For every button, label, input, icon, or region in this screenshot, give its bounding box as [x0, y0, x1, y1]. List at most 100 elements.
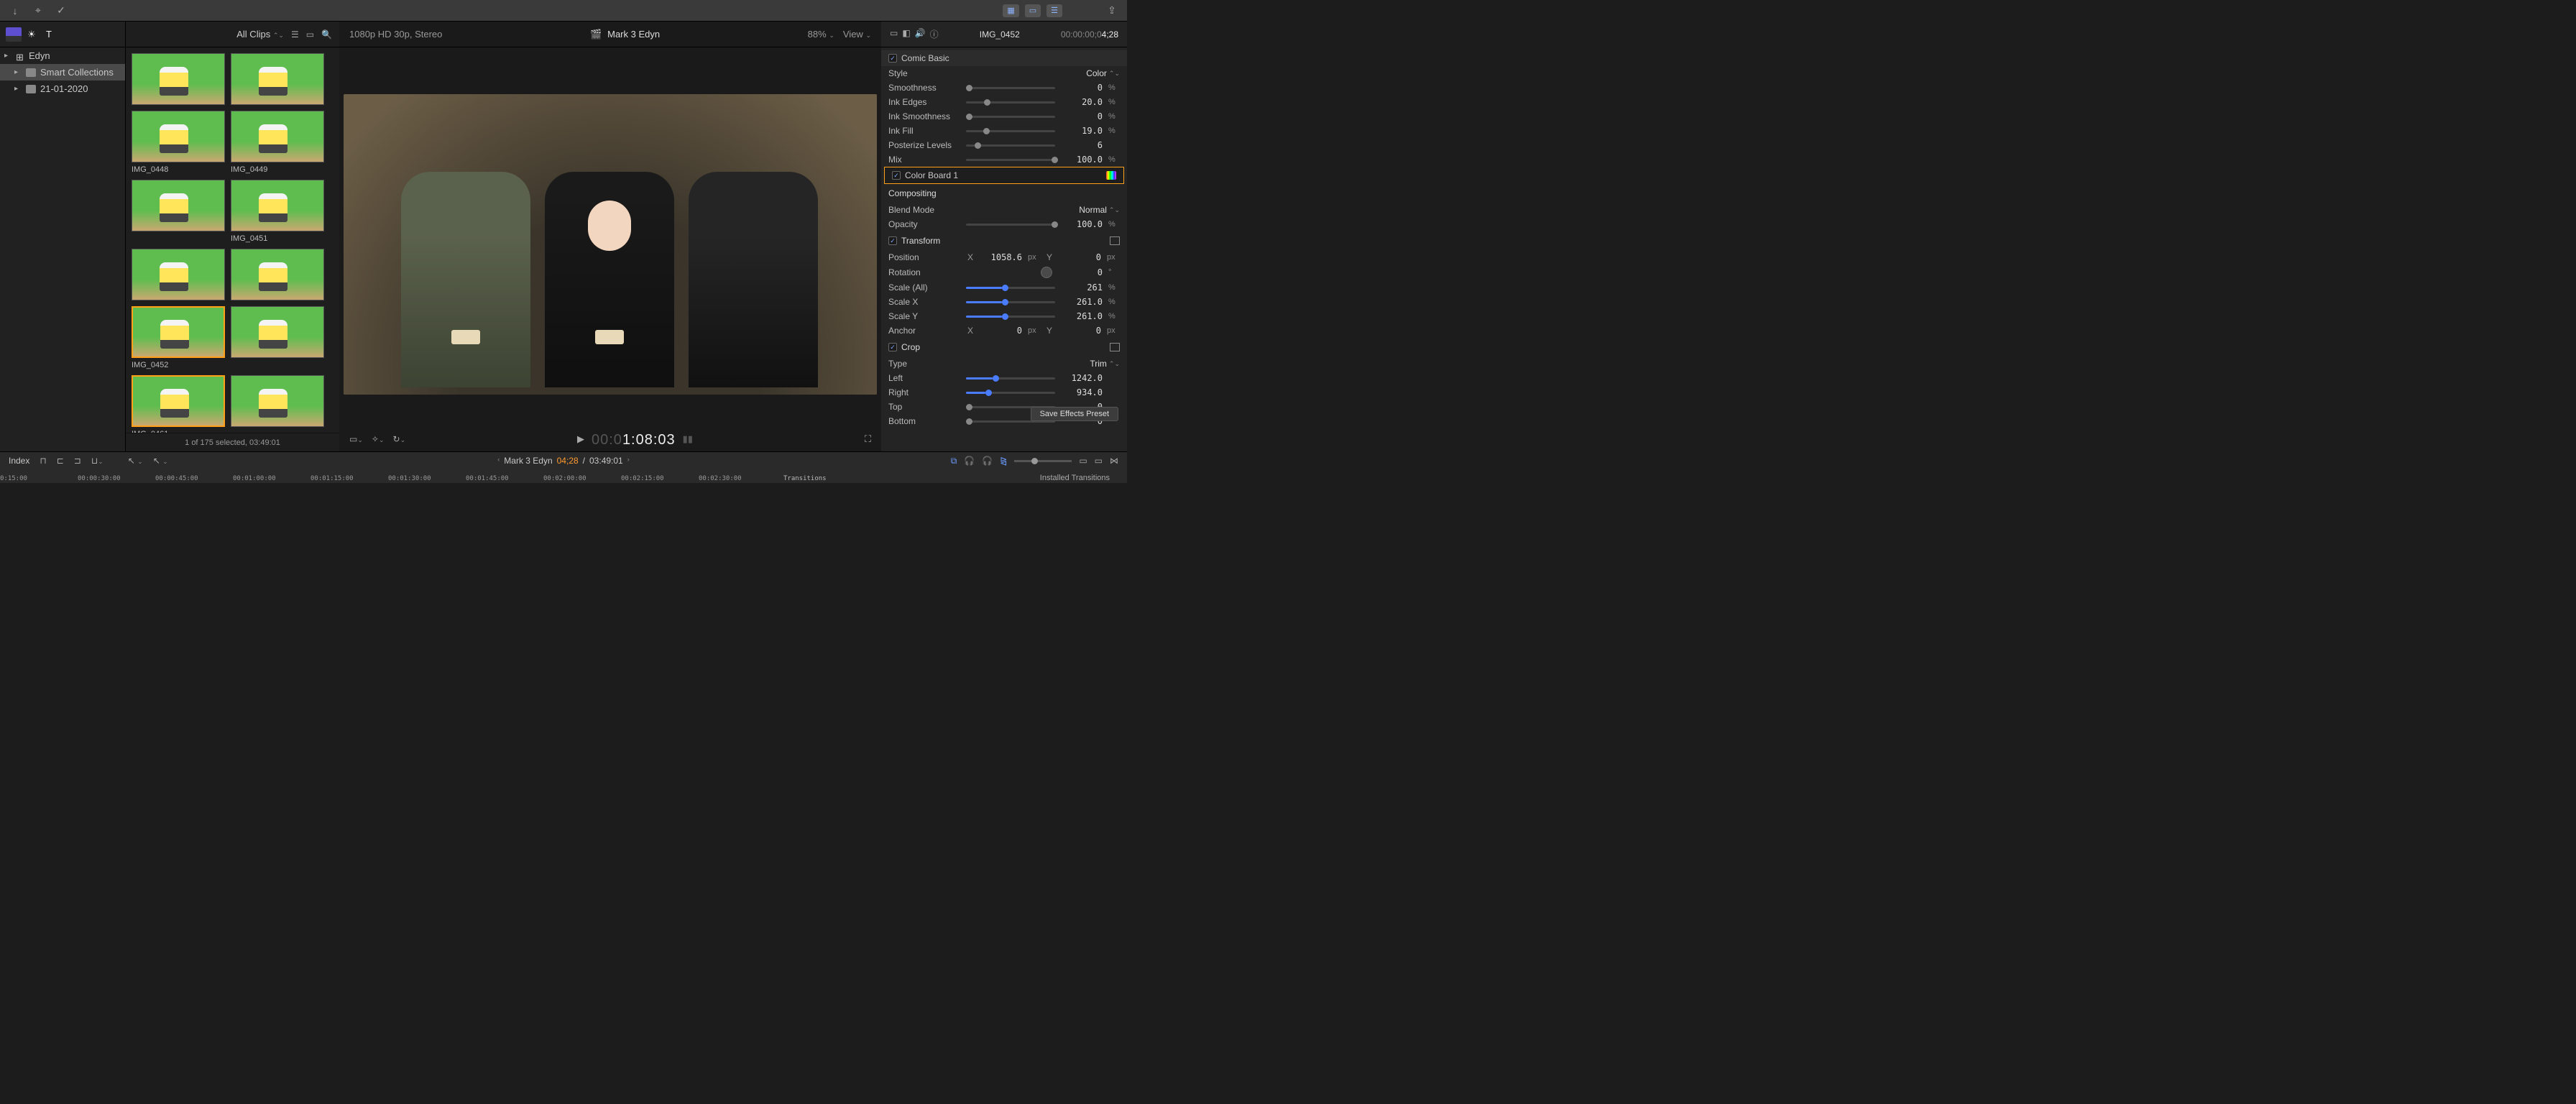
- clip-thumbnail[interactable]: [132, 306, 225, 358]
- next-edit-icon[interactable]: ›: [627, 456, 630, 466]
- clip-item[interactable]: [231, 306, 324, 369]
- clip-thumbnail[interactable]: [132, 249, 225, 300]
- clip-thumbnail[interactable]: [132, 180, 225, 231]
- browser-grid[interactable]: IMG_0448IMG_0449IMG_0451IMG_0452 IMG_0461: [126, 47, 339, 433]
- clip-thumbnail[interactable]: [231, 180, 324, 231]
- ink-edges-slider[interactable]: [966, 101, 1055, 104]
- snapping-icon[interactable]: ⧎: [1000, 456, 1007, 466]
- save-effects-preset-button[interactable]: Save Effects Preset: [1031, 407, 1118, 421]
- overwrite-clip-icon[interactable]: ⊔⌄: [91, 456, 104, 466]
- effect-color-board[interactable]: ✓ Color Board 1: [884, 167, 1124, 184]
- crop-onscreen-icon[interactable]: [1110, 343, 1120, 351]
- workspace-timeline-button[interactable]: ▭: [1025, 4, 1041, 17]
- clip-item[interactable]: IMG_0451: [231, 180, 324, 243]
- clip-thumbnail[interactable]: [132, 111, 225, 162]
- clip-thumbnail[interactable]: [231, 53, 324, 105]
- color-board-icon[interactable]: [1106, 171, 1116, 180]
- import-icon[interactable]: ↓: [7, 4, 23, 17]
- clip-item[interactable]: [231, 53, 324, 105]
- trim-tool-icon[interactable]: ↖ ⌄: [153, 456, 168, 466]
- section-transform[interactable]: ✓Transform: [881, 231, 1127, 250]
- filmstrip-icon[interactable]: ☰: [291, 29, 299, 40]
- connect-clip-icon[interactable]: ⊓: [40, 456, 46, 466]
- titles-tab-icon[interactable]: T: [46, 29, 59, 40]
- skimming-icon[interactable]: ⧉: [951, 456, 957, 466]
- select-tool-icon[interactable]: ↖ ⌄: [128, 456, 143, 466]
- clip-thumbnail[interactable]: [231, 249, 324, 300]
- timeline-zoom-slider[interactable]: [1014, 460, 1072, 462]
- timeline-ruler[interactable]: Installed Transitions 0:15:0000:00:30:00…: [0, 469, 1127, 484]
- crop-right-slider[interactable]: [966, 392, 1055, 394]
- audio-inspector-icon[interactable]: 🔊: [915, 28, 926, 40]
- rotation-dial[interactable]: [1041, 267, 1052, 278]
- ink-fill-slider[interactable]: [966, 130, 1055, 132]
- crop-enable-checkbox[interactable]: ✓: [888, 343, 897, 351]
- info-inspector-icon[interactable]: ⓘ: [930, 28, 939, 40]
- clip-item[interactable]: [132, 249, 225, 300]
- viewer-timecode[interactable]: 00:01:08:03: [592, 431, 676, 448]
- installed-transitions-label[interactable]: Installed Transitions: [1040, 474, 1110, 482]
- project-title[interactable]: Mark 3 Edyn: [607, 29, 660, 40]
- event-row[interactable]: ▸ ⊞ Edyn: [0, 47, 125, 64]
- workspace-browser-button[interactable]: ▦: [1003, 4, 1018, 17]
- sidebar-item-date-folder[interactable]: ▸ 21-01-2020: [0, 80, 125, 97]
- zoom-dropdown[interactable]: 88% ⌄: [808, 29, 834, 40]
- share-icon[interactable]: ⇪: [1104, 4, 1120, 17]
- clip-appearance-icon[interactable]: ▭: [1079, 456, 1087, 466]
- transform-onscreen-icon[interactable]: [1110, 236, 1120, 245]
- clapper-icon[interactable]: [6, 27, 22, 42]
- opacity-slider[interactable]: [966, 224, 1055, 226]
- crop-left-slider[interactable]: [966, 377, 1055, 380]
- blend-mode-dropdown[interactable]: Normal⌃⌄: [1079, 205, 1120, 215]
- keyword-icon[interactable]: ⌖: [30, 4, 46, 17]
- viewer-canvas[interactable]: [344, 94, 877, 395]
- clip-item[interactable]: IMG_0449: [231, 111, 324, 174]
- effects-dropdown-icon[interactable]: ▭⌄: [349, 434, 363, 444]
- effects-browser-icon[interactable]: ▭: [1095, 456, 1103, 466]
- background-tasks-icon[interactable]: ✓: [53, 4, 69, 17]
- clip-item[interactable]: [231, 249, 324, 300]
- disclosure-icon[interactable]: ▸: [14, 85, 22, 93]
- transitions-browser-icon[interactable]: ⋈: [1110, 456, 1118, 466]
- scale-y-slider[interactable]: [966, 316, 1055, 318]
- transform-enable-checkbox[interactable]: ✓: [888, 236, 897, 245]
- play-icon[interactable]: ▶: [577, 433, 584, 445]
- enhance-dropdown-icon[interactable]: ✧⌄: [372, 434, 385, 444]
- retime-dropdown-icon[interactable]: ↻⌄: [393, 434, 406, 444]
- list-view-icon[interactable]: ▭: [306, 29, 314, 40]
- insert-clip-icon[interactable]: ⊏: [57, 456, 64, 466]
- crop-type-dropdown[interactable]: Trim⌃⌄: [1090, 359, 1120, 369]
- workspace-inspector-button[interactable]: ☰: [1046, 4, 1062, 17]
- clip-filter-dropdown[interactable]: All Clips ⌃⌄: [236, 29, 284, 40]
- fullscreen-icon[interactable]: ⛶: [865, 433, 871, 445]
- ink-smoothness-slider[interactable]: [966, 116, 1055, 118]
- clip-item[interactable]: IMG_0452: [132, 306, 225, 369]
- effect-enable-checkbox[interactable]: ✓: [892, 171, 901, 180]
- scale-x-slider[interactable]: [966, 301, 1055, 303]
- index-button[interactable]: Index: [9, 456, 29, 466]
- video-inspector-icon[interactable]: ▭: [890, 28, 898, 40]
- disclosure-icon[interactable]: ▸: [4, 52, 12, 60]
- clip-thumbnail[interactable]: [132, 53, 225, 105]
- append-clip-icon[interactable]: ⊐: [74, 456, 81, 466]
- search-icon[interactable]: 🔍: [321, 29, 332, 40]
- clip-item[interactable]: IMG_0461: [132, 375, 225, 433]
- clip-item[interactable]: [231, 375, 324, 433]
- section-crop[interactable]: ✓Crop: [881, 338, 1127, 356]
- color-inspector-icon[interactable]: ◧: [902, 28, 910, 40]
- clip-item[interactable]: [132, 180, 225, 243]
- photos-tab-icon[interactable]: ☀: [27, 29, 40, 40]
- clip-item[interactable]: IMG_0448: [132, 111, 225, 174]
- scale-all-slider[interactable]: [966, 287, 1055, 289]
- clip-thumbnail[interactable]: [231, 111, 324, 162]
- mix-slider[interactable]: [966, 159, 1055, 161]
- view-dropdown[interactable]: View ⌄: [843, 29, 871, 40]
- posterize-slider[interactable]: [966, 144, 1055, 147]
- effect-comic-basic[interactable]: ✓ Comic Basic: [881, 50, 1127, 66]
- clip-thumbnail[interactable]: [231, 375, 324, 427]
- clip-thumbnail[interactable]: [132, 375, 225, 427]
- effect-enable-checkbox[interactable]: ✓: [888, 54, 897, 63]
- clip-thumbnail[interactable]: [231, 306, 324, 358]
- solo-icon[interactable]: 🎧: [982, 456, 993, 466]
- disclosure-icon[interactable]: ▸: [14, 68, 22, 76]
